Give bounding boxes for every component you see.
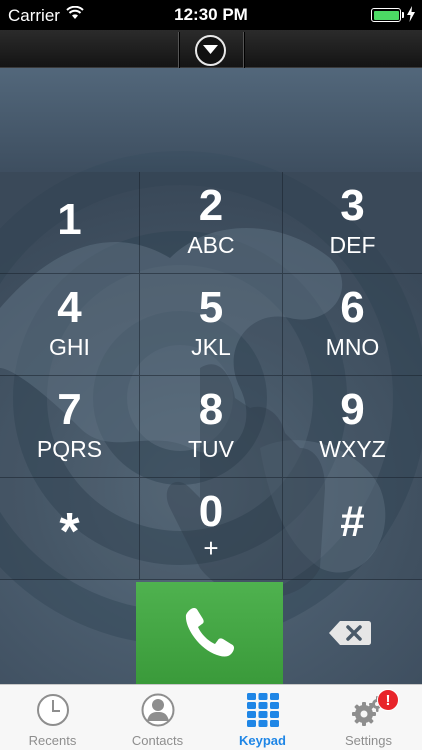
key-digit: 2 (198, 181, 224, 230)
key-5[interactable]: 5 JKL (140, 274, 283, 376)
key-3[interactable]: 3 DEF (283, 172, 422, 274)
status-time: 12:30 PM (174, 5, 248, 24)
tab-bar: Recents Contacts Keypad ! Settings (0, 684, 422, 750)
key-star[interactable]: * (0, 478, 140, 580)
key-digit: 6 (340, 283, 365, 332)
number-display (0, 68, 422, 172)
key-letters: MNO (325, 334, 380, 360)
key-0[interactable]: 0 + (140, 478, 283, 580)
key-9[interactable]: 9 WXYZ (283, 376, 422, 478)
key-digit: 1 (57, 195, 82, 244)
backspace-button[interactable] (283, 582, 422, 684)
tab-label: Keypad (239, 733, 286, 748)
key-digit: 9 (340, 385, 365, 434)
dialer-area: 1 2 ABC 3 DEF 4 GHI 5 JKL 6 MNO 7 PQRS 8… (0, 68, 422, 684)
charging-icon (407, 6, 415, 27)
key-letters: + (203, 533, 219, 563)
key-letters: PQRS (36, 436, 103, 462)
key-digit: * (59, 503, 80, 561)
key-digit: 4 (57, 283, 82, 332)
call-row (0, 582, 422, 684)
key-digit: 5 (198, 283, 224, 332)
key-7[interactable]: 7 PQRS (0, 376, 140, 478)
notification-badge: ! (377, 689, 399, 711)
key-letters: WXYZ (319, 436, 386, 462)
chevron-down-circle-icon[interactable] (195, 35, 226, 66)
tab-recents[interactable]: Recents (0, 685, 105, 750)
key-digit: 8 (198, 385, 224, 434)
tab-settings[interactable]: ! Settings (315, 685, 422, 750)
backspace-icon (329, 621, 371, 645)
tab-keypad[interactable]: Keypad (210, 685, 315, 750)
toolbar-divider (178, 32, 179, 68)
key-digit: 3 (340, 181, 365, 230)
status-bar: Carrier 12:30 PM (0, 0, 422, 30)
key-digit: # (340, 497, 365, 546)
key-hash[interactable]: # (283, 478, 422, 580)
toolbar-divider (243, 32, 244, 68)
empty-slot (0, 582, 136, 684)
key-digit: 0 (198, 487, 224, 536)
person-icon (141, 693, 175, 727)
key-letters: JKL (191, 334, 231, 360)
keypad: 1 2 ABC 3 DEF 4 GHI 5 JKL 6 MNO 7 PQRS 8… (0, 172, 422, 582)
key-4[interactable]: 4 GHI (0, 274, 140, 376)
top-toolbar (0, 30, 422, 68)
keypad-grid-icon (247, 693, 279, 727)
key-letters: GHI (49, 334, 90, 360)
key-letters: ABC (187, 232, 235, 258)
tab-label: Recents (28, 733, 77, 748)
key-1[interactable]: 1 (0, 172, 140, 274)
clock-icon (37, 694, 69, 726)
key-8[interactable]: 8 TUV (140, 376, 283, 478)
tab-label: Contacts (131, 733, 184, 748)
key-letters: DEF (329, 232, 376, 258)
tab-label: Settings (345, 733, 392, 748)
tab-contacts[interactable]: Contacts (105, 685, 210, 750)
key-letters: TUV (188, 436, 234, 462)
call-button[interactable] (136, 582, 283, 684)
battery-icon (371, 8, 401, 22)
key-2[interactable]: 2 ABC (140, 172, 283, 274)
key-6[interactable]: 6 MNO (283, 274, 422, 376)
key-digit: 7 (57, 385, 82, 434)
phone-icon (185, 608, 234, 657)
